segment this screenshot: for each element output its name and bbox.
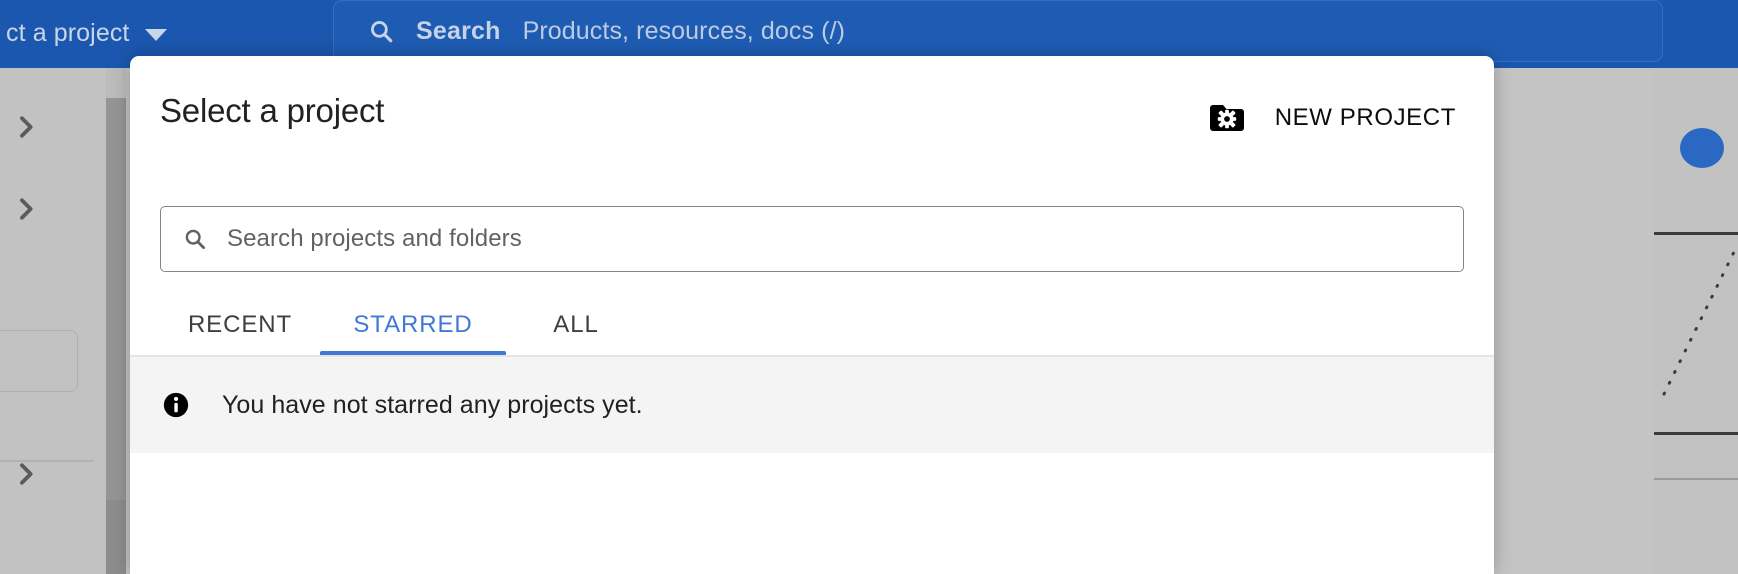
empty-state-banner: You have not starred any projects yet. xyxy=(130,357,1494,453)
chevron-right-icon xyxy=(20,198,33,220)
background-hline xyxy=(1654,232,1738,235)
background-dotted-connector xyxy=(1662,250,1736,396)
tab-recent[interactable]: RECENT xyxy=(160,294,320,356)
vertical-scrollbar-thumb[interactable] xyxy=(106,98,126,502)
background-hline xyxy=(1654,432,1738,435)
global-search-placeholder: Products, resources, docs (/) xyxy=(522,16,846,45)
background-blue-circle-node xyxy=(1680,128,1724,168)
chevron-right-icon xyxy=(20,116,33,138)
empty-state-message: You have not starred any projects yet. xyxy=(222,390,643,419)
global-search-bar[interactable]: Search Products, resources, docs (/) xyxy=(333,0,1663,62)
project-scope-tabs: RECENT STARRED ALL xyxy=(160,294,1494,356)
dialog-body-empty-area xyxy=(130,453,1494,574)
background-hline-soft xyxy=(1654,478,1738,480)
dialog-header-actions: NEW PROJECT xyxy=(1207,98,1456,138)
search-icon xyxy=(371,21,393,43)
new-project-button[interactable]: NEW PROJECT xyxy=(1275,104,1456,132)
tab-all[interactable]: ALL xyxy=(506,294,646,356)
global-search-label: Search xyxy=(416,16,501,45)
dialog-header: Select a project NEW PROJECT xyxy=(130,56,1494,180)
background-card xyxy=(0,330,78,392)
info-icon xyxy=(163,392,189,418)
project-search-placeholder: Search projects and folders xyxy=(227,225,522,252)
screen-root: ct a project Search Products, resources,… xyxy=(0,0,1738,574)
project-picker-label: ct a project xyxy=(6,18,130,47)
dialog-title: Select a project xyxy=(160,92,385,129)
select-project-dialog: Select a project NEW PROJECT Search proj… xyxy=(130,56,1494,574)
search-icon xyxy=(185,229,206,250)
chevron-down-icon xyxy=(145,28,168,41)
background-sidebar xyxy=(0,68,108,574)
project-picker-button[interactable]: ct a project xyxy=(0,12,181,54)
vertical-scrollbar-thumb-lower[interactable] xyxy=(106,500,126,574)
tab-recent-label: RECENT xyxy=(187,311,293,338)
tab-starred[interactable]: STARRED xyxy=(320,294,506,356)
chevron-right-icon xyxy=(20,463,33,485)
background-divider xyxy=(0,460,94,462)
project-search-field[interactable]: Search projects and folders xyxy=(160,206,1464,272)
tab-starred-label: STARRED xyxy=(353,311,473,338)
tab-all-label: ALL xyxy=(553,311,599,338)
folder-gear-button[interactable] xyxy=(1207,98,1247,138)
folder-gear-icon xyxy=(1209,105,1244,131)
